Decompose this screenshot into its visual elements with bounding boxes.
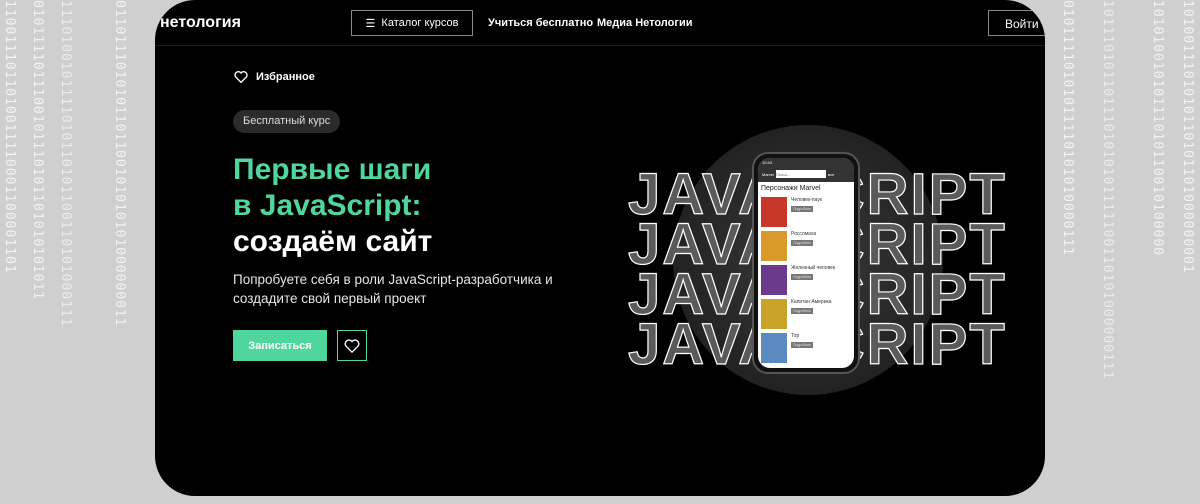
- catalog-label: Каталог курсов: [381, 17, 459, 29]
- enroll-button[interactable]: Записаться: [233, 330, 327, 361]
- heart-icon: [234, 71, 248, 83]
- character-image: [761, 299, 787, 329]
- catalog-search-icon: ☰: [365, 17, 376, 30]
- phone-list-item: Железный человек Подробнее: [758, 263, 854, 297]
- character-name: Человек-паук: [791, 197, 823, 203]
- add-favorite-button[interactable]: [337, 330, 367, 361]
- header: нетология ☰ Каталог курсов Учиться беспл…: [155, 0, 1045, 46]
- binary-column: 0110111010101101100101010101000000011: [112, 0, 127, 327]
- favorites-link[interactable]: Избранное: [234, 70, 315, 83]
- phone-list-item: Человек-паук Подробнее: [758, 195, 854, 229]
- phone-list-item: Тор Подробнее: [758, 331, 854, 365]
- character-image: [761, 231, 787, 261]
- binary-column: 01011110101011110101010000111: [1060, 0, 1075, 256]
- heart-icon: [344, 339, 360, 353]
- phone-search-input: [776, 170, 827, 178]
- page-title: Первые шаги в JavaScript: создаём сайт: [233, 152, 432, 260]
- character-image: [761, 265, 787, 295]
- login-button[interactable]: Войти: [988, 10, 1045, 36]
- more-button: Подробнее: [791, 342, 814, 348]
- binary-column: 1100111011010011110001100001101: [2, 0, 17, 274]
- character-name: Россомаха: [791, 231, 817, 237]
- more-button: Подробнее: [791, 206, 814, 212]
- page-card: нетология ☰ Каталог курсов Учиться беспл…: [155, 0, 1045, 496]
- binary-column: 1011101011011101010101111100110101000000…: [1100, 0, 1115, 380]
- nav-learn-free[interactable]: Учиться бесплатно: [488, 17, 593, 29]
- favorites-label: Избранное: [256, 70, 315, 83]
- character-image: [761, 197, 787, 227]
- phone-screen: 10:43 Marvel все Персонажи Marvel Челове…: [758, 158, 854, 368]
- nav-media[interactable]: Медиа Нетологии: [597, 17, 692, 29]
- phone-mockup: 10:43 Marvel все Персонажи Marvel Челове…: [752, 152, 860, 374]
- binary-column: 1110100101111010110101100110101000111: [58, 0, 73, 327]
- more-button: Подробнее: [791, 308, 814, 314]
- subtitle: Попробуете себя в роли JavaScript-разраб…: [233, 272, 553, 306]
- phone-topbar: 10:43 Marvel все: [758, 158, 854, 182]
- phone-time: 10:43: [762, 160, 773, 165]
- title-line: в JavaScript:: [233, 189, 422, 222]
- binary-column: 10101001010111010110010100000: [1150, 0, 1165, 256]
- character-name: Тор: [791, 333, 800, 339]
- binary-column: 0101111011100101110101101010101011: [30, 0, 45, 301]
- character-image: [761, 333, 787, 363]
- logo[interactable]: нетология: [160, 14, 241, 32]
- catalog-button[interactable]: ☰ Каталог курсов: [351, 10, 473, 36]
- phone-brand: Marvel: [762, 171, 775, 177]
- phone-all-button: все: [828, 171, 835, 177]
- character-name: Капитан Америка: [791, 299, 832, 305]
- title-line: Первые шаги: [233, 153, 432, 186]
- title-line: создаём сайт: [233, 225, 433, 258]
- free-course-badge: Бесплатный курс: [233, 110, 341, 133]
- binary-column: 1010011101010110101101000000001: [1180, 0, 1195, 274]
- more-button: Подробнее: [791, 274, 814, 280]
- more-button: Подробнее: [791, 240, 814, 246]
- phone-list-item: Капитан Америка Подробнее: [758, 297, 854, 331]
- phone-heading: Персонажи Marvel: [761, 185, 821, 192]
- character-name: Железный человек: [791, 265, 836, 271]
- phone-list-item: Россомаха Подробнее: [758, 229, 854, 263]
